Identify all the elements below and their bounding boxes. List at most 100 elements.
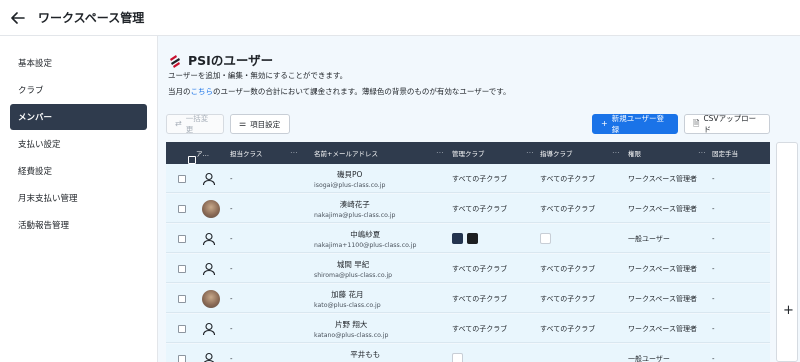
header-avatar[interactable]: ア… — [196, 142, 230, 164]
bulk-change-label: 一括変更 — [185, 114, 209, 134]
row-select-cell[interactable] — [178, 194, 186, 223]
avatar-cell — [202, 194, 220, 223]
class-cell: - — [230, 194, 233, 223]
billing-note-link[interactable]: こちら — [191, 87, 214, 96]
name-email-cell: 平井ももnakajima+1200@plus-class.co.jp — [314, 344, 416, 362]
coached-club-cell: すべての子クラブ — [540, 164, 595, 193]
column-menu-icon[interactable]: ··· — [436, 149, 444, 157]
allowance-cell: - — [712, 314, 715, 343]
sidebar-item-month-end-payments[interactable]: 月末支払い管理 — [10, 185, 147, 211]
add-column-button[interactable]: + — [783, 303, 794, 318]
row-checkbox[interactable] — [178, 174, 186, 183]
allowance-text: - — [712, 234, 715, 243]
row-select-cell[interactable] — [178, 344, 186, 362]
arrow-left-icon[interactable] — [10, 10, 26, 26]
table-row[interactable]: - 片野 翔大 katano@plus-class.co.jp すべての子クラブ すべて… — [166, 314, 770, 343]
user-placeholder-icon — [202, 232, 216, 246]
users-table: ア… 担当クラス ··· 名前+メールアドレス ··· 管理クラブ ··· 指導クラブ… — [166, 142, 770, 362]
section-header: PSIのユーザー — [168, 50, 273, 69]
row-checkbox[interactable] — [178, 204, 186, 213]
row-checkbox[interactable] — [178, 294, 186, 303]
managed-club-text: すべての子クラブ — [452, 324, 508, 333]
role-text: 一般ユーザー — [628, 234, 670, 243]
row-select-cell[interactable] — [178, 224, 186, 253]
column-menu-icon[interactable]: ··· — [290, 149, 298, 157]
avatar-cell — [202, 254, 216, 283]
managed-club-text: すべての子クラブ — [452, 204, 508, 213]
section-title: PSIのユーザー — [188, 53, 274, 68]
header-managed-club[interactable]: 管理クラブ ··· — [452, 142, 540, 164]
sidebar-item-expense-settings[interactable]: 経費設定 — [10, 158, 147, 184]
user-name: 磯貝PO — [336, 169, 363, 179]
column-settings-button[interactable]: ⚌ 項目設定 — [230, 114, 290, 134]
main-content: PSIのユーザー ユーザーを追加・編集・無効にすることができます。 当月のこちら… — [158, 36, 800, 362]
role-text: ワークスペース管理者 — [628, 204, 697, 213]
sidebar-item-basic-settings[interactable]: 基本設定 — [10, 50, 147, 76]
row-select-cell[interactable] — [178, 284, 186, 313]
allowance-cell: - — [712, 284, 715, 313]
coached-club-cell — [540, 224, 555, 253]
role-cell: ワークスペース管理者 — [628, 314, 697, 343]
table-row[interactable]: - 平井ももnakajima+1200@plus-class.co.jp 一般ユーザ… — [166, 344, 770, 362]
avatar-cell — [202, 164, 216, 193]
class-cell: - — [230, 314, 233, 343]
header-class[interactable]: 担当クラス ··· — [230, 142, 304, 164]
avatar-cell — [202, 314, 216, 343]
column-menu-icon[interactable]: ··· — [526, 149, 534, 157]
table-row[interactable]: - 湊崎花子 nakajima@plus-class.co.jp すべての子クラブ すべ… — [166, 194, 770, 223]
user-name: 中嶋紗夏 — [350, 229, 381, 239]
avatar-cell — [202, 344, 216, 362]
bulk-change-button[interactable]: ⇄ 一括変更 — [166, 114, 224, 134]
header-coached-club[interactable]: 指導クラブ ··· — [540, 142, 626, 164]
club-logo-icon — [452, 353, 463, 362]
managed-club-cell — [452, 344, 467, 362]
header-allowance[interactable]: 固定手当 — [712, 142, 770, 164]
club-logo-icon — [467, 233, 478, 244]
csv-upload-button[interactable]: 🗎 CSVアップロード — [684, 114, 770, 134]
user-placeholder-icon — [202, 172, 216, 186]
row-checkbox[interactable] — [178, 324, 186, 333]
role-text: ワークスペース管理者 — [628, 174, 697, 183]
club-logo-icon — [452, 233, 463, 244]
header-role[interactable]: 権限 ··· — [628, 142, 712, 164]
user-name: 城間 早紀 — [336, 259, 370, 269]
row-checkbox[interactable] — [178, 234, 186, 243]
table-row[interactable]: - 中嶋紗夏 nakajima+1100@plus-class.co.jp 一般ユーザ… — [166, 224, 770, 253]
row-select-cell[interactable] — [178, 164, 186, 193]
select-all-checkbox[interactable] — [188, 156, 196, 164]
user-name: 湊崎花子 — [339, 199, 370, 209]
new-user-button[interactable]: + 新規ユーザー登録 — [592, 114, 678, 134]
row-checkbox[interactable] — [178, 354, 186, 362]
table-header: ア… 担当クラス ··· 名前+メールアドレス ··· 管理クラブ ··· 指導クラブ… — [166, 142, 770, 164]
sliders-icon: ⚌ — [239, 119, 247, 128]
allowance-cell: - — [712, 344, 715, 362]
table-row[interactable]: - 城間 早紀 shiroma@plus-class.co.jp すべての子クラブ すべ… — [166, 254, 770, 283]
table-row[interactable]: - 加藤 花月 kato@plus-class.co.jp すべての子クラブ すべての子… — [166, 284, 770, 313]
sidebar-item-payment-settings[interactable]: 支払い設定 — [10, 131, 147, 157]
allowance-cell: - — [712, 194, 715, 223]
row-select-cell[interactable] — [178, 314, 186, 343]
user-email: isogai@plus-class.co.jp — [314, 181, 386, 189]
class-text: - — [230, 174, 233, 183]
header-name-email[interactable]: 名前+メールアドレス ··· — [314, 142, 450, 164]
csv-upload-label: CSVアップロード — [703, 114, 757, 134]
name-email-cell: 湊崎花子 nakajima@plus-class.co.jp — [314, 194, 395, 223]
row-checkbox[interactable] — [178, 264, 186, 273]
header-name-email-label: 名前+メールアドレス — [314, 150, 378, 158]
column-menu-icon[interactable]: ··· — [698, 149, 706, 157]
coached-club-text: すべての子クラブ — [540, 264, 596, 273]
header-allowance-label: 固定手当 — [712, 150, 738, 158]
class-text: - — [230, 294, 233, 303]
table-row[interactable]: - 磯貝PO isogai@plus-class.co.jp すべての子クラブ すべての… — [166, 164, 770, 193]
sidebar-item-activity-reports[interactable]: 活動報告管理 — [10, 212, 147, 238]
name-email-cell: 中嶋紗夏 nakajima+1100@plus-class.co.jp — [314, 224, 416, 253]
managed-club-text: すべての子クラブ — [452, 294, 508, 303]
role-cell: ワークスペース管理者 — [628, 164, 697, 193]
class-text: - — [230, 204, 233, 213]
name-email-cell: 城間 早紀 shiroma@plus-class.co.jp — [314, 254, 392, 283]
row-select-cell[interactable] — [178, 254, 186, 283]
sidebar-item-clubs[interactable]: クラブ — [10, 77, 147, 103]
managed-club-cell: すべての子クラブ — [452, 194, 507, 223]
sidebar-item-members[interactable]: メンバー — [10, 104, 147, 130]
column-menu-icon[interactable]: ··· — [612, 149, 620, 157]
